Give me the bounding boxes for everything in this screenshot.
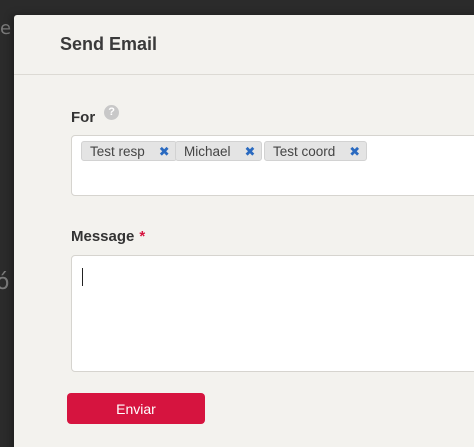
backdrop-text-fragment: e — [0, 18, 12, 39]
for-label: For ? — [71, 105, 120, 126]
remove-tag-icon[interactable]: ✖ — [159, 145, 170, 158]
message-textarea[interactable] — [71, 255, 474, 372]
text-cursor — [82, 268, 83, 286]
required-marker: * — [139, 228, 146, 245]
recipient-tag-label: Test coord — [273, 143, 336, 159]
recipient-tag: Test coord ✖ — [264, 141, 368, 161]
send-button[interactable]: Enviar — [67, 393, 205, 424]
recipient-tag: Test resp ✖ — [81, 141, 177, 161]
recipient-tag-label: Test resp — [90, 143, 145, 159]
recipient-tag-label: Michael — [184, 143, 231, 159]
remove-tag-icon[interactable]: ✖ — [349, 145, 360, 158]
send-email-modal: Send Email For ? Test resp ✖ Michael ✖ T… — [14, 15, 474, 447]
message-label-text: Message — [71, 228, 135, 245]
for-label-text: For — [71, 109, 96, 126]
message-label: Message * — [71, 228, 145, 245]
recipient-tag: Michael ✖ — [175, 141, 263, 161]
backdrop-text-fragment: ó — [0, 270, 10, 295]
modal-header: Send Email — [14, 15, 474, 75]
modal-title: Send Email — [60, 34, 158, 54]
remove-tag-icon[interactable]: ✖ — [245, 145, 256, 158]
help-icon[interactable]: ? — [104, 105, 120, 120]
recipients-input[interactable]: Test resp ✖ Michael ✖ Test coord ✖ — [71, 135, 474, 196]
